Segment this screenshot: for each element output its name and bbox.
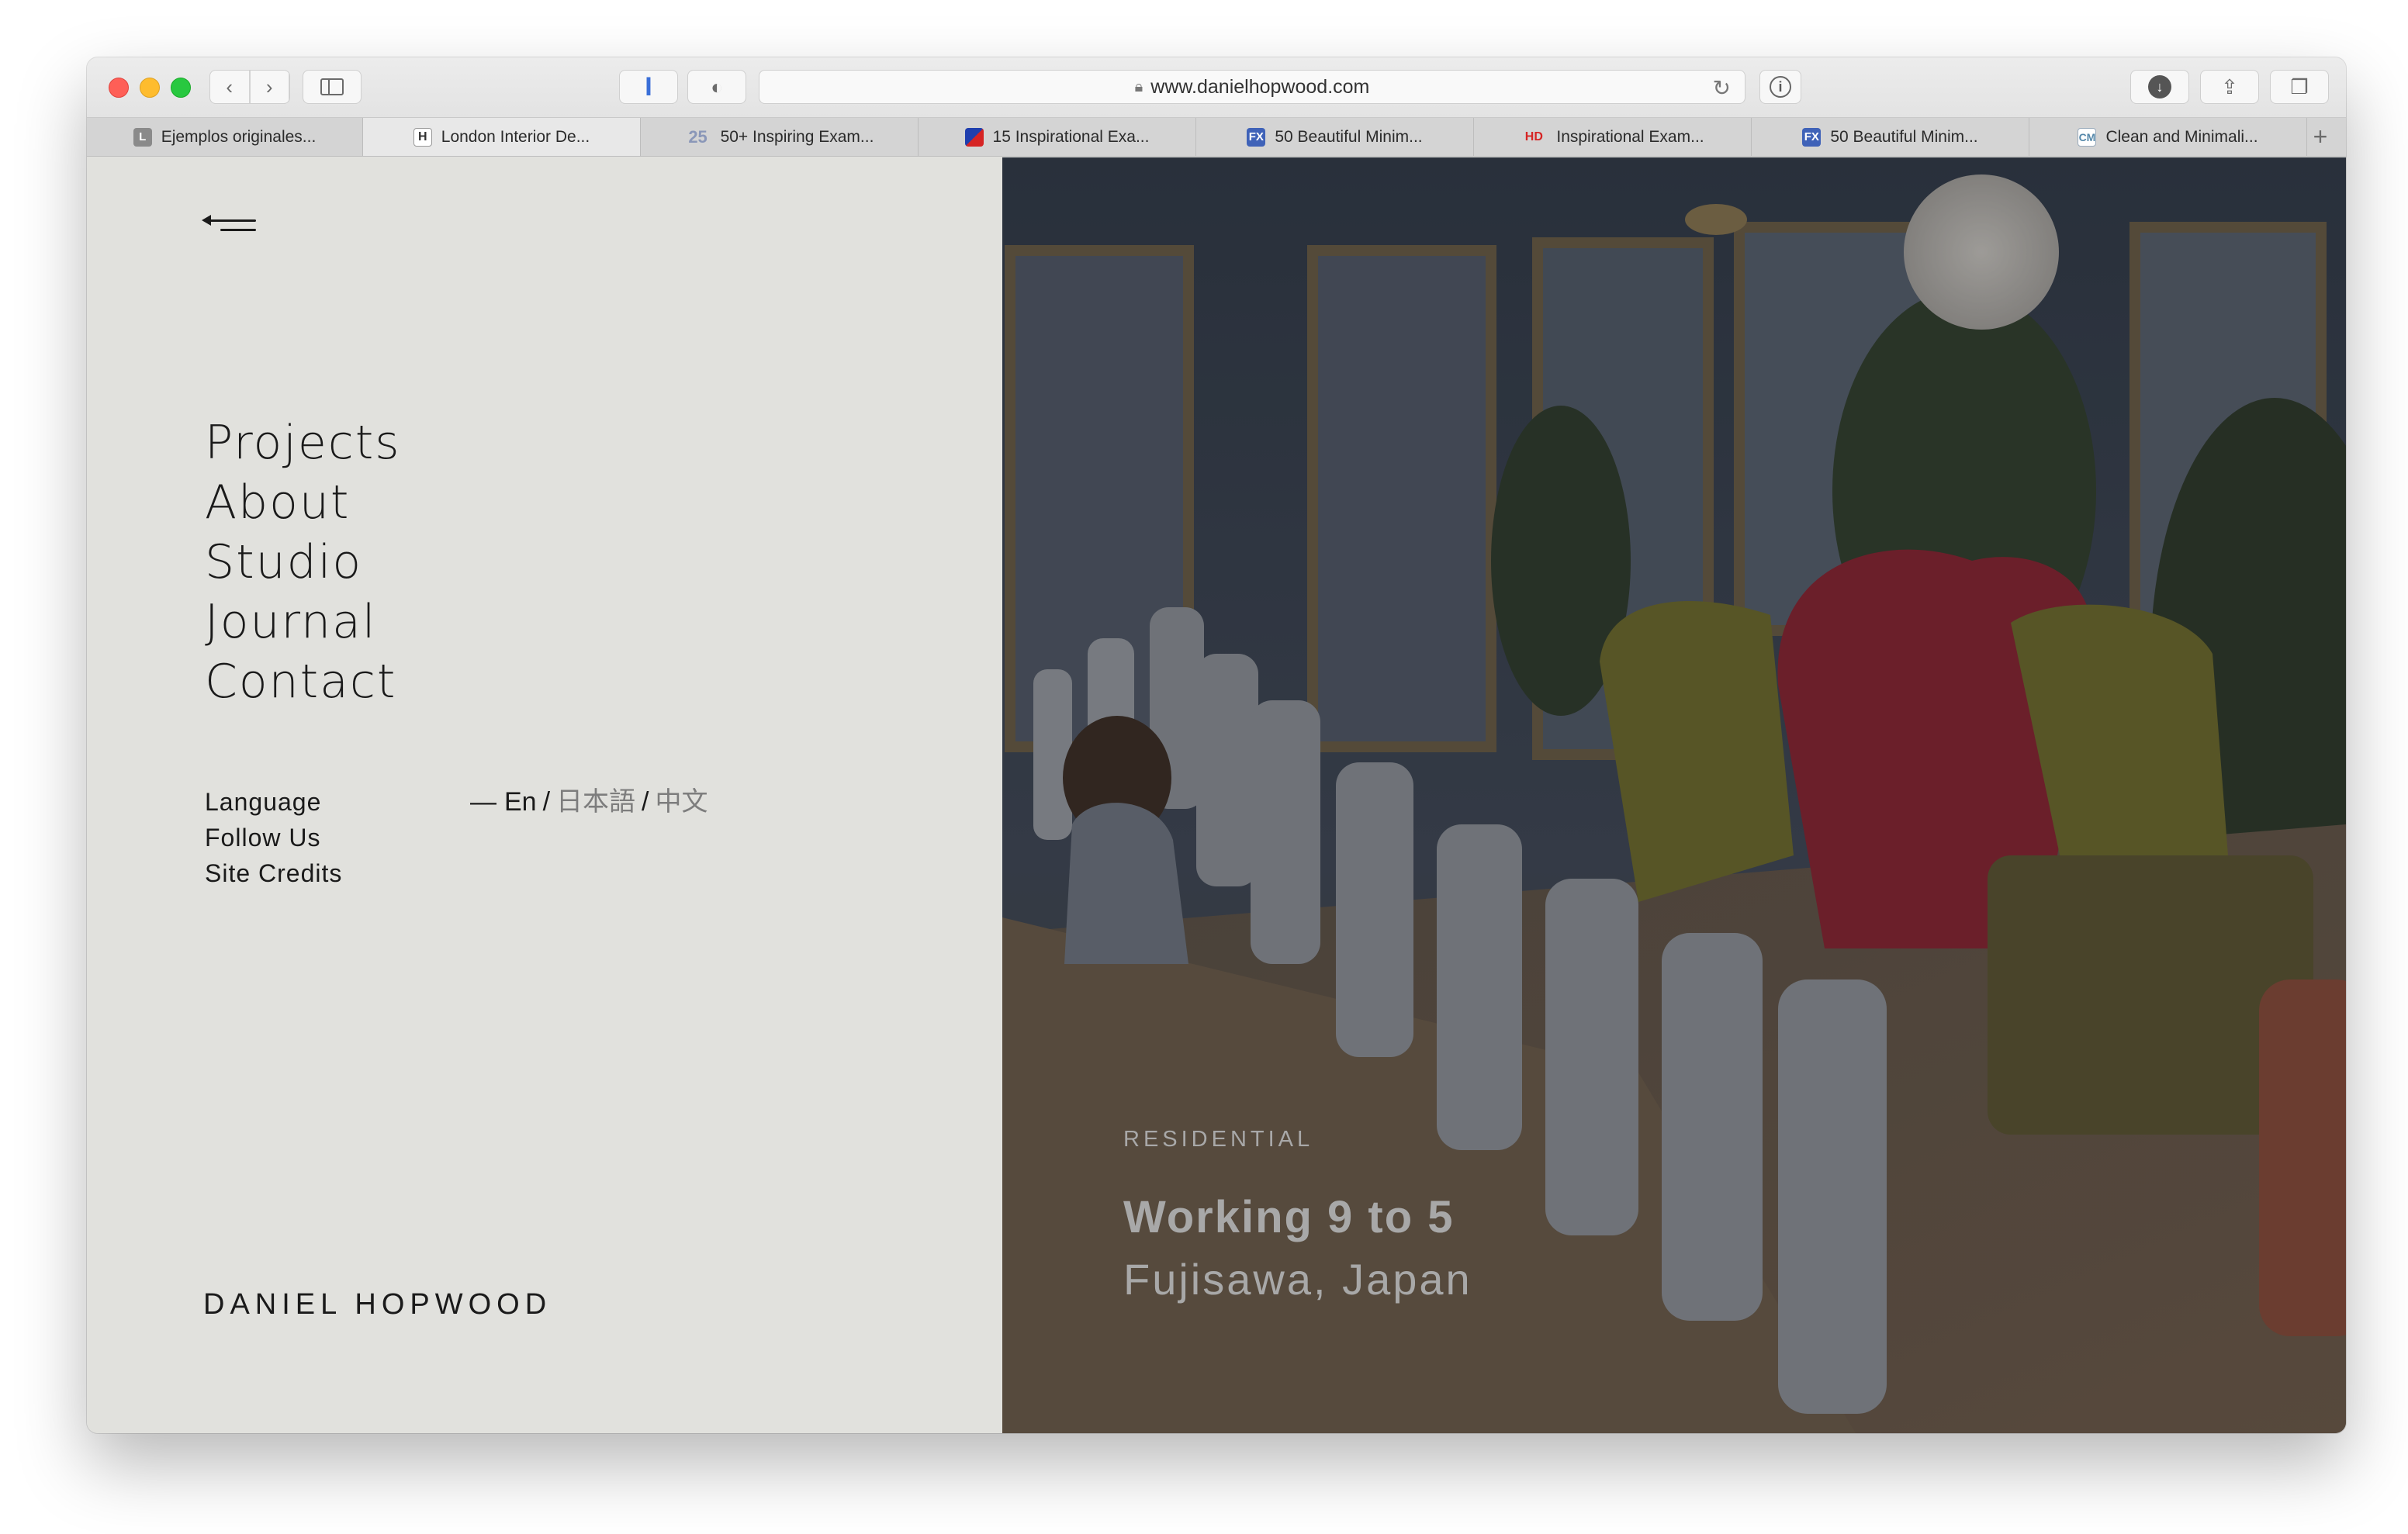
tab-london-interior[interactable]: H London Interior De... xyxy=(363,118,641,156)
history-nav: ‹ › xyxy=(209,70,290,104)
info-icon: i xyxy=(1770,76,1791,98)
project-title: Working 9 to 5 xyxy=(1123,1192,1455,1242)
tab-ejemplos[interactable]: L Ejemplos originales... xyxy=(87,118,363,156)
browser-window: ‹ › I ◐ 🔒︎ www.danielhopwood.com ↻ i ↓ ⇪… xyxy=(87,57,2346,1433)
tab-label: 50 Beautiful Minim... xyxy=(1275,127,1423,146)
share-button[interactable]: ⇪ xyxy=(2200,70,2259,104)
tab-15-inspirational[interactable]: 15 Inspirational Exa... xyxy=(919,118,1196,156)
tab-favicon-icon xyxy=(964,127,984,147)
share-icon: ⇪ xyxy=(2221,74,2238,98)
tab-favicon-icon: CM xyxy=(2078,127,2097,147)
tab-favicon-icon: L xyxy=(133,127,152,147)
page-content: Projects About Studio Journal Contact La… xyxy=(87,157,2346,1433)
language-separator: / xyxy=(642,787,649,817)
tab-50-beautiful-1[interactable]: FX 50 Beautiful Minim... xyxy=(1196,118,1474,156)
nav-projects[interactable]: Projects xyxy=(205,413,401,473)
menu-collapse-icon[interactable] xyxy=(202,206,256,237)
nav-journal[interactable]: Journal xyxy=(205,593,401,652)
main-nav: Projects About Studio Journal Contact xyxy=(205,413,401,712)
tab-50-inspiring[interactable]: 25 50+ Inspiring Exam... xyxy=(641,118,919,156)
project-caption[interactable]: RESIDENTIAL Working 9 to 5 Fujisawa, Jap… xyxy=(1123,1127,1472,1304)
reload-icon[interactable]: ↻ xyxy=(1713,75,1731,101)
tab-favicon-icon: HD xyxy=(1524,130,1543,143)
lock-icon: 🔒︎ xyxy=(1134,78,1143,95)
tab-clean-minimalist[interactable]: CM Clean and Minimali... xyxy=(2029,118,2307,156)
chevron-right-icon: › xyxy=(251,71,289,103)
sidebar-toggle-button[interactable] xyxy=(303,70,362,104)
sidebar-icon xyxy=(320,78,344,95)
language-japanese[interactable]: 日本語 xyxy=(556,787,635,817)
tab-favicon-icon: H xyxy=(413,127,432,147)
chevron-left-icon: ‹ xyxy=(210,71,250,103)
tab-50-beautiful-2[interactable]: FX 50 Beautiful Minim... xyxy=(1752,118,2029,156)
close-window-button[interactable] xyxy=(109,78,129,98)
language-en[interactable]: En xyxy=(504,787,537,817)
nav-studio[interactable]: Studio xyxy=(205,533,401,593)
privacy-button[interactable]: ◐ xyxy=(687,70,746,104)
language-separator: / xyxy=(542,787,551,817)
back-button[interactable]: ‹ xyxy=(210,71,251,103)
tab-label: Clean and Minimali... xyxy=(2105,127,2258,146)
text-cursor-icon: I xyxy=(645,71,652,102)
forward-button[interactable]: › xyxy=(251,71,289,103)
project-location: Fujisawa, Japan xyxy=(1123,1255,1472,1304)
downloads-button[interactable]: ↓ xyxy=(2130,70,2189,104)
url-text: www.danielhopwood.com xyxy=(1150,75,1370,98)
tab-overview-button[interactable]: ❐ xyxy=(2270,70,2329,104)
site-credits-link[interactable]: Site Credits xyxy=(205,855,342,891)
nav-contact[interactable]: Contact xyxy=(205,652,401,712)
tab-label: 15 Inspirational Exa... xyxy=(992,127,1150,146)
tab-bar: L Ejemplos originales... H London Interi… xyxy=(87,118,2346,157)
tab-label: London Interior De... xyxy=(441,127,590,146)
tab-overview-icon: ❐ xyxy=(2290,74,2309,98)
browser-toolbar: ‹ › I ◐ 🔒︎ www.danielhopwood.com ↻ i ↓ ⇪… xyxy=(87,57,2346,118)
language-label: Language xyxy=(205,788,322,816)
new-tab-button[interactable]: + xyxy=(2307,118,2334,156)
project-category: RESIDENTIAL xyxy=(1123,1127,1314,1152)
hero-image: RESIDENTIAL Working 9 to 5 Fujisawa, Jap… xyxy=(1002,157,2346,1433)
tab-label: Ejemplos originales... xyxy=(161,127,317,146)
language-switcher: — En / 日本語 / 中文 xyxy=(470,784,708,820)
tab-label: 50 Beautiful Minim... xyxy=(1830,127,1978,146)
tab-favicon-icon: 25 xyxy=(688,126,708,147)
zoom-window-button[interactable] xyxy=(171,78,191,98)
download-icon: ↓ xyxy=(2148,75,2171,98)
language-dash: — xyxy=(470,787,496,817)
meta-links: Language Follow Us Site Credits xyxy=(205,784,342,891)
minimize-window-button[interactable] xyxy=(140,78,160,98)
tab-label: 50+ Inspiring Exam... xyxy=(720,127,874,146)
tab-inspirational-exam[interactable]: HD Inspirational Exam... xyxy=(1474,118,1752,156)
extension-button[interactable]: I xyxy=(619,70,678,104)
follow-us-link[interactable]: Follow Us xyxy=(205,820,342,855)
tab-favicon-icon: FX xyxy=(1802,127,1822,147)
tab-favicon-icon: FX xyxy=(1247,127,1266,147)
tab-label: Inspirational Exam... xyxy=(1556,127,1704,146)
brand-logo[interactable]: DANIEL HOPWOOD xyxy=(203,1288,552,1322)
language-chinese[interactable]: 中文 xyxy=(656,787,708,817)
reader-info-button[interactable]: i xyxy=(1759,70,1801,104)
menu-panel: Projects About Studio Journal Contact La… xyxy=(87,157,1002,1433)
shield-icon: ◐ xyxy=(711,74,723,98)
address-bar[interactable]: 🔒︎ www.danielhopwood.com ↻ xyxy=(759,70,1745,104)
nav-about[interactable]: About xyxy=(205,473,401,533)
